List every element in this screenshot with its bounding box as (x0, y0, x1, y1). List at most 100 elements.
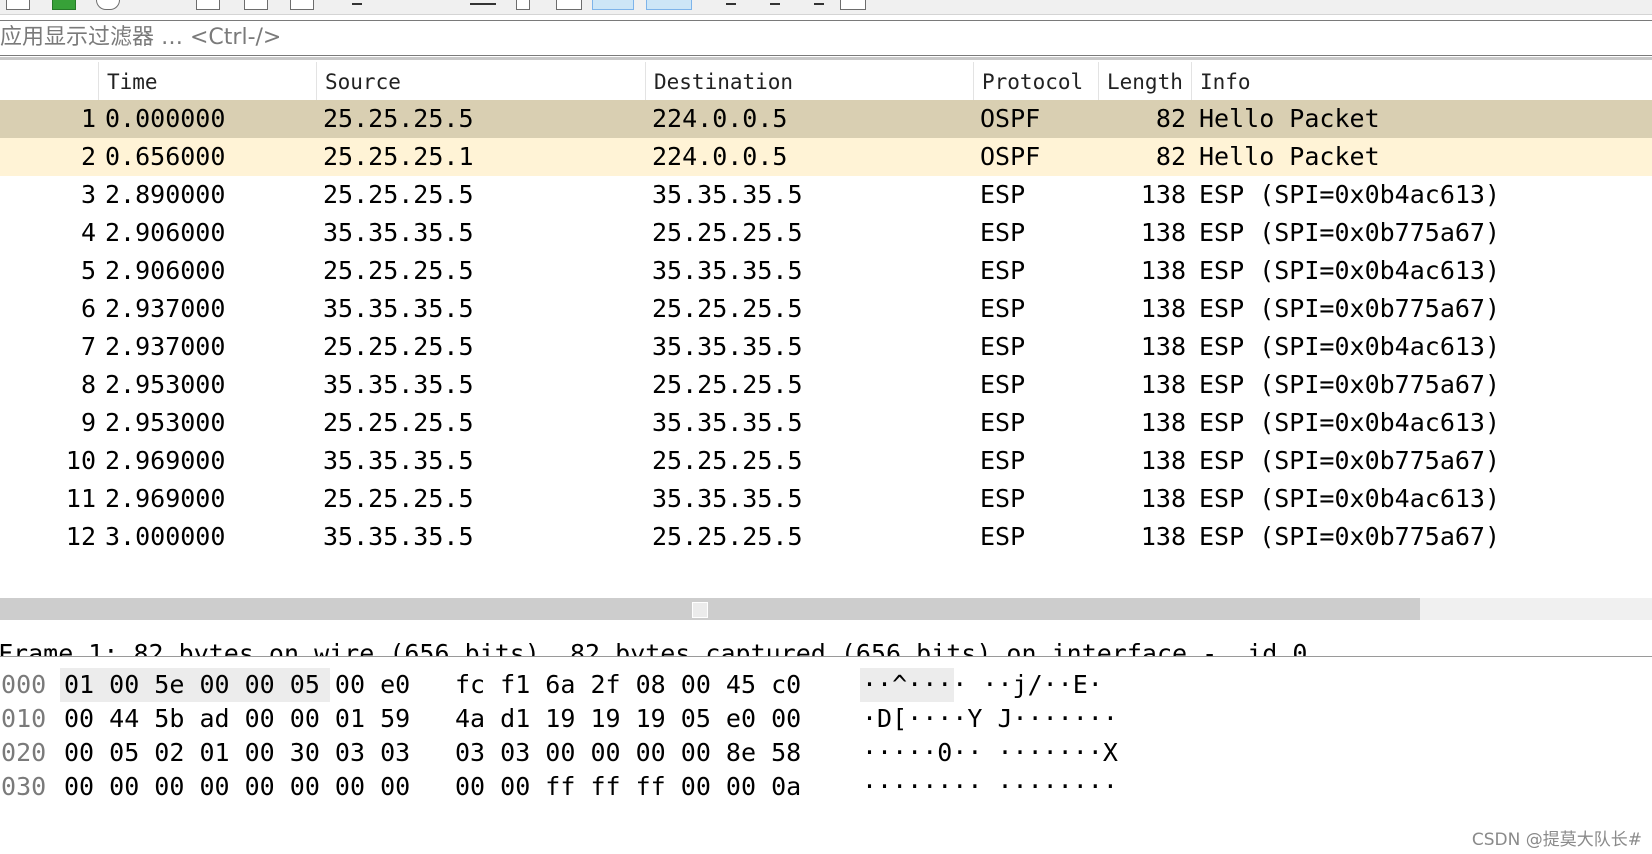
table-row[interactable]: 12 3.000000 35.35.35.5 25.25.25.5 ESP 138 ESP … (0, 518, 1652, 556)
cell-protocol: ESP (980, 446, 1026, 475)
table-row[interactable]: 9 2.953000 25.25.25.5 35.35.35.5 ESP 138 ESP (… (0, 404, 1652, 442)
frame-summary-line[interactable]: Frame 1: 82 bytes on wire (656 bits), 82… (0, 636, 1307, 656)
hex-bytes-left: 00 00 00 00 00 00 00 00 (64, 772, 411, 801)
go-forward-icon[interactable] (516, 0, 530, 10)
cell-info: ESP (SPI=0x0b4ac613) (1199, 332, 1501, 361)
table-row[interactable]: 2 0.656000 25.25.25.1 224.0.0.5 OSPF 82 Hello … (0, 138, 1652, 176)
cell-source: 25.25.25.5 (323, 408, 474, 437)
table-row[interactable]: 11 2.969000 25.25.25.5 35.35.35.5 ESP 138 ESP … (0, 480, 1652, 518)
table-row[interactable]: 7 2.937000 25.25.25.5 35.35.35.5 ESP 138 ESP (… (0, 328, 1652, 366)
column-header-length[interactable]: Length (1098, 62, 1191, 100)
column-header-info[interactable]: Info (1191, 62, 1652, 100)
cell-info: ESP (SPI=0x0b775a67) (1199, 294, 1501, 323)
autoscroll-icon[interactable] (726, 3, 736, 5)
cell-destination: 224.0.0.5 (652, 142, 788, 171)
cell-no: 9 (80, 408, 96, 437)
cell-time: 0.656000 (105, 142, 226, 171)
column-header-time[interactable]: Time (98, 62, 316, 100)
cell-time: 2.906000 (105, 256, 226, 285)
find-packet-icon[interactable] (352, 3, 362, 5)
cell-source: 25.25.25.5 (323, 104, 474, 133)
reload-icon[interactable] (96, 0, 120, 10)
cell-destination: 35.35.35.5 (652, 408, 803, 437)
cell-info: ESP (SPI=0x0b775a67) (1199, 218, 1501, 247)
byte-offset: 0010 (0, 704, 47, 733)
packet-bytes-pane[interactable]: 0000 01 00 5e 00 00 05 00 e0 fc f1 6a 2f 0… (0, 666, 1652, 854)
cell-length: 138 (1140, 294, 1186, 323)
cell-source: 25.25.25.5 (323, 332, 474, 361)
resize-columns-icon[interactable] (840, 0, 866, 10)
cell-time: 2.890000 (105, 180, 226, 209)
display-filter-input[interactable]: 应用显示过滤器 … <Ctrl-/> (0, 23, 281, 53)
display-filter-bar[interactable]: 应用显示过滤器 … <Ctrl-/> (0, 20, 1652, 56)
cell-destination: 224.0.0.5 (652, 104, 788, 133)
cell-destination: 35.35.35.5 (652, 332, 803, 361)
hex-bytes-left: 01 00 5e 00 00 05 00 e0 (64, 670, 411, 699)
column-header-protocol[interactable]: Protocol (973, 62, 1098, 100)
column-header-no[interactable] (0, 62, 98, 100)
table-row[interactable]: 1 0.000000 25.25.25.5 224.0.0.5 OSPF 82 Hello … (0, 100, 1652, 138)
go-back-icon[interactable] (470, 3, 496, 5)
ascii-bytes: ········ ········ (862, 772, 1118, 801)
cell-protocol: ESP (980, 256, 1026, 285)
reload-file-icon[interactable] (290, 0, 314, 10)
cell-info: ESP (SPI=0x0b4ac613) (1199, 256, 1501, 285)
first-packet-icon[interactable] (592, 0, 634, 10)
hex-bytes-right: 03 03 00 00 00 00 8e 58 (455, 738, 802, 767)
table-row[interactable]: 4 2.906000 35.35.35.5 25.25.25.5 ESP 138 ESP (… (0, 214, 1652, 252)
bytes-row[interactable]: 0010 00 44 5b ad 00 00 01 59 4a d1 19 19 1… (0, 700, 1652, 734)
save-file-icon[interactable] (196, 0, 220, 10)
cell-info: ESP (SPI=0x0b775a67) (1199, 370, 1501, 399)
cell-destination: 25.25.25.5 (652, 294, 803, 323)
cell-info: Hello Packet (1199, 104, 1380, 133)
column-header-source[interactable]: Source (316, 62, 645, 100)
cell-protocol: ESP (980, 484, 1026, 513)
bytes-row[interactable]: 0000 01 00 5e 00 00 05 00 e0 fc f1 6a 2f 0… (0, 666, 1652, 702)
table-row[interactable]: 5 2.906000 25.25.25.5 35.35.35.5 ESP 138 ESP (… (0, 252, 1652, 290)
cell-no: 12 (65, 522, 96, 551)
cell-no: 7 (80, 332, 96, 361)
cell-source: 25.25.25.5 (323, 180, 474, 209)
cell-length: 138 (1140, 218, 1186, 247)
bytes-row[interactable]: 0020 00 05 02 01 00 30 03 03 03 03 00 00 0… (0, 734, 1652, 768)
cell-destination: 25.25.25.5 (652, 370, 803, 399)
close-file-icon[interactable] (244, 0, 268, 10)
cell-protocol: ESP (980, 218, 1026, 247)
cell-length: 82 (1155, 104, 1186, 133)
open-file-icon[interactable] (6, 0, 30, 10)
zoom-in-icon[interactable] (814, 3, 824, 5)
cell-info: ESP (SPI=0x0b775a67) (1199, 446, 1501, 475)
cell-protocol: ESP (980, 408, 1026, 437)
horizontal-scrollbar[interactable] (0, 598, 1652, 620)
cell-source: 25.25.25.5 (323, 484, 474, 513)
cell-time: 2.969000 (105, 484, 226, 513)
start-capture-icon[interactable] (52, 0, 76, 10)
cell-protocol: OSPF (980, 104, 1041, 133)
cell-length: 138 (1140, 256, 1186, 285)
table-row[interactable]: 10 2.969000 35.35.35.5 25.25.25.5 ESP 138 ESP … (0, 442, 1652, 480)
last-packet-icon[interactable] (646, 0, 692, 10)
table-row[interactable]: 3 2.890000 25.25.25.5 35.35.35.5 ESP 138 ESP (… (0, 176, 1652, 214)
bytes-row[interactable]: 0030 00 00 00 00 00 00 00 00 00 00 ff ff f… (0, 768, 1652, 802)
packet-details-pane[interactable]: Frame 1: 82 bytes on wire (656 bits), 82… (0, 622, 1652, 657)
table-row[interactable]: 8 2.953000 35.35.35.5 25.25.25.5 ESP 138 ESP (… (0, 366, 1652, 404)
cell-info: ESP (SPI=0x0b4ac613) (1199, 484, 1501, 513)
cell-destination: 35.35.35.5 (652, 484, 803, 513)
scrollbar-thumb[interactable] (0, 598, 1420, 620)
cell-no: 4 (80, 218, 96, 247)
scrollbar-grip-icon (692, 602, 708, 618)
cell-length: 138 (1140, 408, 1186, 437)
cell-time: 3.000000 (105, 522, 226, 551)
table-row[interactable]: 6 2.937000 35.35.35.5 25.25.25.5 ESP 138 ESP (… (0, 290, 1652, 328)
cell-time: 2.937000 (105, 332, 226, 361)
cell-source: 35.35.35.5 (323, 218, 474, 247)
cell-no: 10 (65, 446, 96, 475)
ascii-bytes: ·D[····Y J······· (862, 704, 1118, 733)
colorize-icon[interactable] (770, 3, 780, 5)
go-to-packet-icon[interactable] (556, 0, 582, 10)
cell-time: 2.906000 (105, 218, 226, 247)
cell-no: 6 (80, 294, 96, 323)
cell-no: 11 (65, 484, 96, 513)
column-header-destination[interactable]: Destination (645, 62, 973, 100)
packet-list[interactable]: Time Source Destination Protocol Length … (0, 62, 1652, 596)
